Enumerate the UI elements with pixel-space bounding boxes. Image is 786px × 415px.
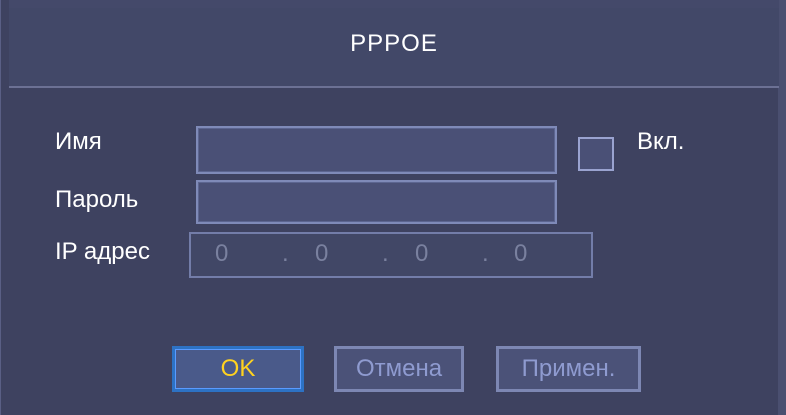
pppoe-dialog: PPPOE Имя Вкл. Пароль IP адрес 0 . 0 . 0… — [0, 0, 786, 415]
ip-address-input[interactable]: 0 . 0 . 0 . 0 — [189, 232, 593, 278]
ip-dot: . — [482, 240, 489, 267]
ip-octet-3[interactable]: 0 — [415, 240, 428, 268]
name-input[interactable] — [196, 126, 557, 174]
ip-octet-4[interactable]: 0 — [514, 240, 527, 268]
name-label: Имя — [55, 128, 102, 155]
ip-octet-2[interactable]: 0 — [315, 240, 328, 268]
apply-button[interactable]: Примен. — [496, 346, 641, 392]
enable-checkbox[interactable] — [578, 137, 614, 171]
dialog-titlebar: PPPOE — [9, 0, 779, 88]
cancel-button[interactable]: Отмена — [334, 346, 464, 392]
password-label: Пароль — [55, 186, 139, 213]
dialog-title: PPPOE — [350, 30, 438, 57]
ok-button[interactable]: OK — [172, 346, 304, 392]
ip-address-label: IP адрес — [55, 238, 150, 265]
ip-octet-1[interactable]: 0 — [215, 240, 228, 268]
password-input[interactable] — [196, 180, 557, 224]
ip-dot: . — [282, 240, 289, 267]
ip-dot: . — [382, 240, 389, 267]
enable-label: Вкл. — [637, 128, 685, 155]
